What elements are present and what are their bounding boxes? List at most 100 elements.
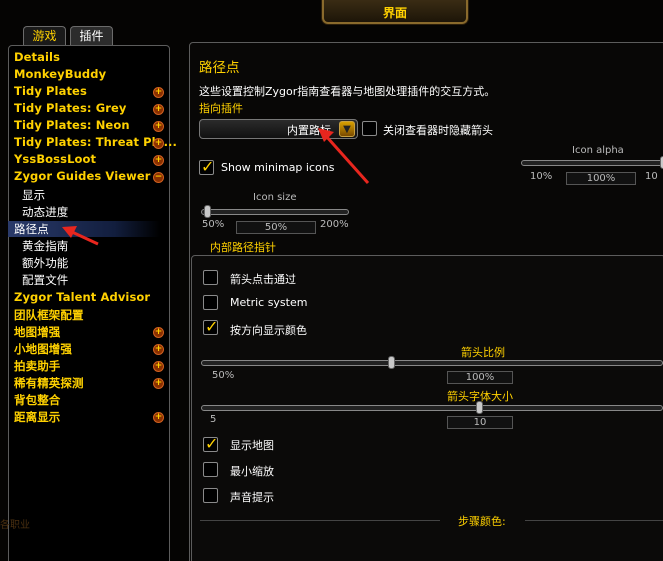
sidebar-item-label: 团队框架配置 bbox=[14, 308, 84, 322]
icon-size-max: 200% bbox=[320, 219, 349, 230]
icon-alpha-slider[interactable] bbox=[521, 156, 663, 169]
icon-alpha-max: 10 bbox=[645, 171, 658, 182]
expand-icon[interactable]: + bbox=[153, 344, 164, 355]
sidebar-item-label: 拍卖助手 bbox=[14, 359, 61, 373]
expand-icon[interactable]: + bbox=[153, 87, 164, 98]
expand-icon[interactable]: + bbox=[153, 361, 164, 372]
sidebar-item[interactable]: 团队框架配置 bbox=[14, 307, 174, 323]
expand-icon[interactable]: + bbox=[153, 138, 164, 149]
icon-alpha-value[interactable]: 100% bbox=[566, 172, 636, 185]
expand-icon[interactable]: + bbox=[153, 155, 164, 166]
sidebar-item-label: 地图增强 bbox=[14, 325, 61, 339]
minimap-icons-label: Show minimap icons bbox=[221, 161, 335, 174]
sidebar-item[interactable]: Zygor Guides Viewer bbox=[14, 169, 174, 185]
icon-alpha-label: Icon alpha bbox=[572, 145, 624, 156]
sidebar-item[interactable]: Details bbox=[14, 50, 174, 66]
sidebar-item[interactable]: 路径点 bbox=[8, 221, 160, 237]
icon-size-min: 50% bbox=[202, 219, 225, 230]
show-map-checkbox[interactable]: ✓ bbox=[203, 434, 219, 453]
sidebar-item-label: 稀有精英探测 bbox=[14, 376, 84, 390]
sidebar-item-label: 距离显示 bbox=[14, 410, 61, 424]
sidebar-item-label: 路径点 bbox=[14, 222, 49, 236]
slider-thumb[interactable] bbox=[204, 205, 211, 218]
page-title: 路径点 bbox=[199, 60, 240, 76]
expand-icon[interactable]: + bbox=[153, 378, 164, 389]
sound-label: 声音提示 bbox=[230, 491, 274, 504]
expand-icon[interactable]: + bbox=[153, 412, 164, 423]
sidebar-item-label: 小地图增强 bbox=[14, 342, 72, 356]
internal-pointer-label: 内部路径指针 bbox=[210, 241, 276, 254]
arrow-scale-value[interactable]: 100% bbox=[447, 371, 513, 384]
hide-arrow-label: 关闭查看器时隐藏箭头 bbox=[383, 124, 493, 137]
sidebar-item[interactable]: 背包整合 bbox=[14, 392, 174, 408]
pointer-addon-dropdown[interactable]: 内置路标 ▼ bbox=[199, 119, 358, 139]
arrow-click-label: 箭头点击通过 bbox=[230, 273, 296, 286]
show-map-label: 显示地图 bbox=[230, 439, 274, 452]
direction-color-checkbox[interactable]: ✓ bbox=[203, 317, 218, 336]
arrow-scale-min: 50% bbox=[212, 370, 235, 381]
arrow-font-value[interactable]: 10 bbox=[447, 416, 513, 429]
sidebar-item-label: Zygor Guides Viewer bbox=[14, 169, 151, 183]
sidebar-item[interactable]: 额外功能 bbox=[22, 255, 68, 271]
sidebar-item[interactable]: 距离显示 bbox=[14, 409, 174, 425]
icon-size-value[interactable]: 50% bbox=[236, 221, 316, 234]
sidebar-item[interactable]: YssBossLoot bbox=[14, 152, 174, 168]
icon-alpha-min: 10% bbox=[530, 171, 553, 182]
sidebar-item-label: Zygor Talent Advisor bbox=[14, 290, 151, 304]
dropdown-value: 内置路标 bbox=[287, 124, 331, 137]
sidebar-item-label: 背包整合 bbox=[14, 393, 61, 407]
sidebar-item[interactable]: 拍卖助手 bbox=[14, 358, 174, 374]
expand-icon[interactable]: + bbox=[153, 121, 164, 132]
collapse-icon[interactable]: − bbox=[153, 172, 164, 183]
background-class-text: 各职业 bbox=[0, 520, 30, 531]
sidebar-item[interactable]: 小地图增强 bbox=[14, 341, 174, 357]
sidebar-item[interactable]: 动态进度 bbox=[22, 204, 68, 220]
sidebar-item-label: Tidy Plates: Neon bbox=[14, 118, 130, 132]
metric-checkbox[interactable] bbox=[203, 295, 218, 310]
sidebar-item-label: 黄金指南 bbox=[22, 239, 69, 253]
sidebar-item[interactable]: 地图增强 bbox=[14, 324, 174, 340]
window-title-bar: 界面 bbox=[322, 0, 468, 24]
checkmark-icon: ✓ bbox=[205, 434, 219, 453]
sidebar-item[interactable]: 稀有精英探测 bbox=[14, 375, 174, 391]
expand-icon[interactable]: + bbox=[153, 104, 164, 115]
expand-icon[interactable]: + bbox=[153, 327, 164, 338]
icon-size-label: Icon size bbox=[253, 192, 297, 203]
sidebar-item[interactable]: Zygor Talent Advisor bbox=[14, 290, 174, 306]
sidebar-item-label: Details bbox=[14, 50, 61, 64]
minimap-icons-checkbox[interactable]: ✓ bbox=[199, 157, 214, 176]
arrow-scale-label: 箭头比例 bbox=[461, 346, 505, 359]
sidebar-item[interactable]: MonkeyBuddy bbox=[14, 67, 174, 83]
arrow-click-checkbox[interactable] bbox=[203, 270, 218, 285]
min-zoom-label: 最小缩放 bbox=[230, 465, 274, 478]
sidebar-item[interactable]: Tidy Plates bbox=[14, 84, 174, 100]
icon-size-slider[interactable] bbox=[201, 205, 349, 218]
sidebar-item-label: 配置文件 bbox=[22, 273, 69, 287]
direction-color-label: 按方向显示颜色 bbox=[230, 324, 307, 337]
sidebar-item[interactable]: Tidy Plates: Grey bbox=[14, 101, 174, 117]
arrow-font-slider[interactable] bbox=[201, 401, 663, 414]
window-title: 界面 bbox=[382, 6, 407, 20]
hide-arrow-checkbox[interactable] bbox=[362, 121, 377, 136]
min-zoom-checkbox[interactable] bbox=[203, 462, 218, 477]
sidebar-item[interactable]: 配置文件 bbox=[22, 272, 68, 288]
slider-thumb[interactable] bbox=[476, 401, 483, 414]
sidebar-item[interactable]: Tidy Plates: Threat Pla... bbox=[14, 135, 177, 151]
panel-description: 这些设置控制Zygor指南查看器与地图处理插件的交互方式。 bbox=[199, 85, 496, 98]
sidebar-item-label: 显示 bbox=[22, 188, 46, 202]
sound-checkbox[interactable] bbox=[203, 488, 218, 503]
slider-thumb[interactable] bbox=[388, 356, 395, 369]
tab-game[interactable]: 游戏 bbox=[23, 26, 66, 46]
sidebar-item[interactable]: 黄金指南 bbox=[22, 238, 68, 254]
tab-addons[interactable]: 插件 bbox=[70, 26, 113, 47]
sidebar-item[interactable]: 显示 bbox=[22, 187, 45, 203]
pointer-addon-label: 指向插件 bbox=[199, 102, 243, 115]
sidebar-item-label: Tidy Plates bbox=[14, 84, 87, 98]
sidebar-item-label: 动态进度 bbox=[22, 205, 69, 219]
sidebar-item-label: YssBossLoot bbox=[14, 152, 97, 166]
chevron-down-icon[interactable]: ▼ bbox=[339, 121, 355, 137]
step-color-label: 步骤颜色: bbox=[458, 515, 506, 528]
sidebar-item[interactable]: Tidy Plates: Neon bbox=[14, 118, 174, 134]
arrow-scale-slider[interactable] bbox=[201, 356, 663, 369]
arrow-font-min: 5 bbox=[210, 414, 217, 425]
